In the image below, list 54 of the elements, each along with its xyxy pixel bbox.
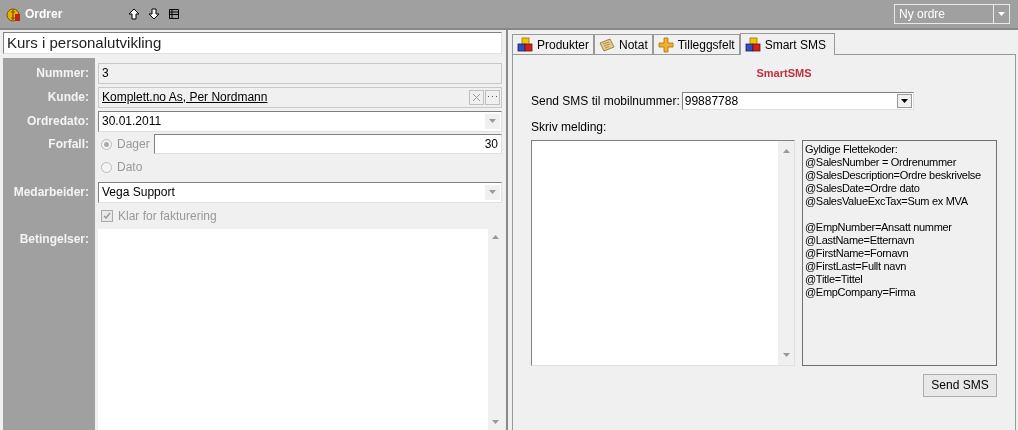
merge-code-line: @SalesNumber = Ordrenummer <box>805 155 958 169</box>
panel-heading: SmartSMS <box>756 66 812 81</box>
field-label: Nummer: <box>35 65 90 82</box>
plus-icon <box>657 36 674 53</box>
phone-label: Send SMS til mobilnummer: <box>531 92 680 110</box>
caret-icon <box>998 12 1005 16</box>
employee-dropdown[interactable]: Vega Support <box>98 181 502 203</box>
merge-code-line: @LastName=Etternavn <box>805 233 916 247</box>
merge-code-line: Gyldige Flettekoder: <box>805 142 899 156</box>
merge-code-line: @Title=Tittel <box>805 272 864 286</box>
cubes-icon <box>517 36 533 53</box>
clear-button[interactable] <box>469 89 484 105</box>
radio-label: Dager <box>117 136 150 153</box>
order-title-field[interactable]: Kurs i personalutvikling <box>3 32 502 54</box>
field-label: Forfall: <box>47 136 90 153</box>
scrollbar[interactable] <box>778 140 794 365</box>
table-icon[interactable] <box>168 8 181 20</box>
field-label: Ordredato: <box>26 113 90 130</box>
send-sms-button[interactable]: Send SMS <box>923 373 997 397</box>
scroll-up-icon[interactable] <box>491 235 499 239</box>
merge-code-line: @SalesDate=Ordre dato <box>805 181 921 195</box>
window-title: Ordrer <box>25 6 63 23</box>
merge-code-line: @EmpCompany=Firma <box>805 285 917 299</box>
checkbox-label: Klar for fakturering <box>118 208 217 225</box>
cubes-icon <box>744 36 761 53</box>
tab[interactable]: Produkter <box>512 34 595 54</box>
merge-code-line: @EmpNumber=Ansatt nummer <box>805 220 953 234</box>
arrow-up-icon[interactable] <box>128 8 141 20</box>
caret-icon <box>489 119 496 123</box>
tab[interactable]: Smart SMS <box>739 33 835 55</box>
merge-code-line: @FirstLast=Fullt navn <box>805 259 908 273</box>
scroll-down-icon[interactable] <box>782 352 790 357</box>
arrow-down-icon[interactable] <box>148 8 161 20</box>
merge-code-line: @FirstName=Fornavn <box>805 246 910 260</box>
tab[interactable]: Notat <box>594 34 653 54</box>
order-date-dropdown[interactable]: 30.01.2011 <box>98 110 502 132</box>
note-icon <box>599 36 616 53</box>
scroll-down-icon[interactable] <box>491 420 499 424</box>
field-label: Kunde: <box>46 89 90 106</box>
field-label: Medarbeider: <box>12 184 90 201</box>
caret-icon <box>489 190 496 194</box>
radio-label: Dato <box>117 159 143 176</box>
tab[interactable]: Tilleggsfelt <box>652 34 740 54</box>
caret-icon <box>900 98 908 103</box>
number-field: 3 <box>98 62 502 84</box>
field-label: Betingelser: <box>18 231 90 248</box>
phone-dropdown[interactable]: 99887788 <box>681 91 914 110</box>
scroll-up-icon[interactable] <box>782 148 790 153</box>
merge-code-line: @SalesDescription=Ordre beskrivelse <box>805 168 982 182</box>
merge-code-line: @SalesValueExcTax=Sum ex MVA <box>805 194 969 208</box>
message-label: Skriv melding: <box>531 118 608 136</box>
close-icon <box>473 93 480 101</box>
money-bag-icon <box>5 6 21 22</box>
browse-button[interactable] <box>485 89 500 105</box>
